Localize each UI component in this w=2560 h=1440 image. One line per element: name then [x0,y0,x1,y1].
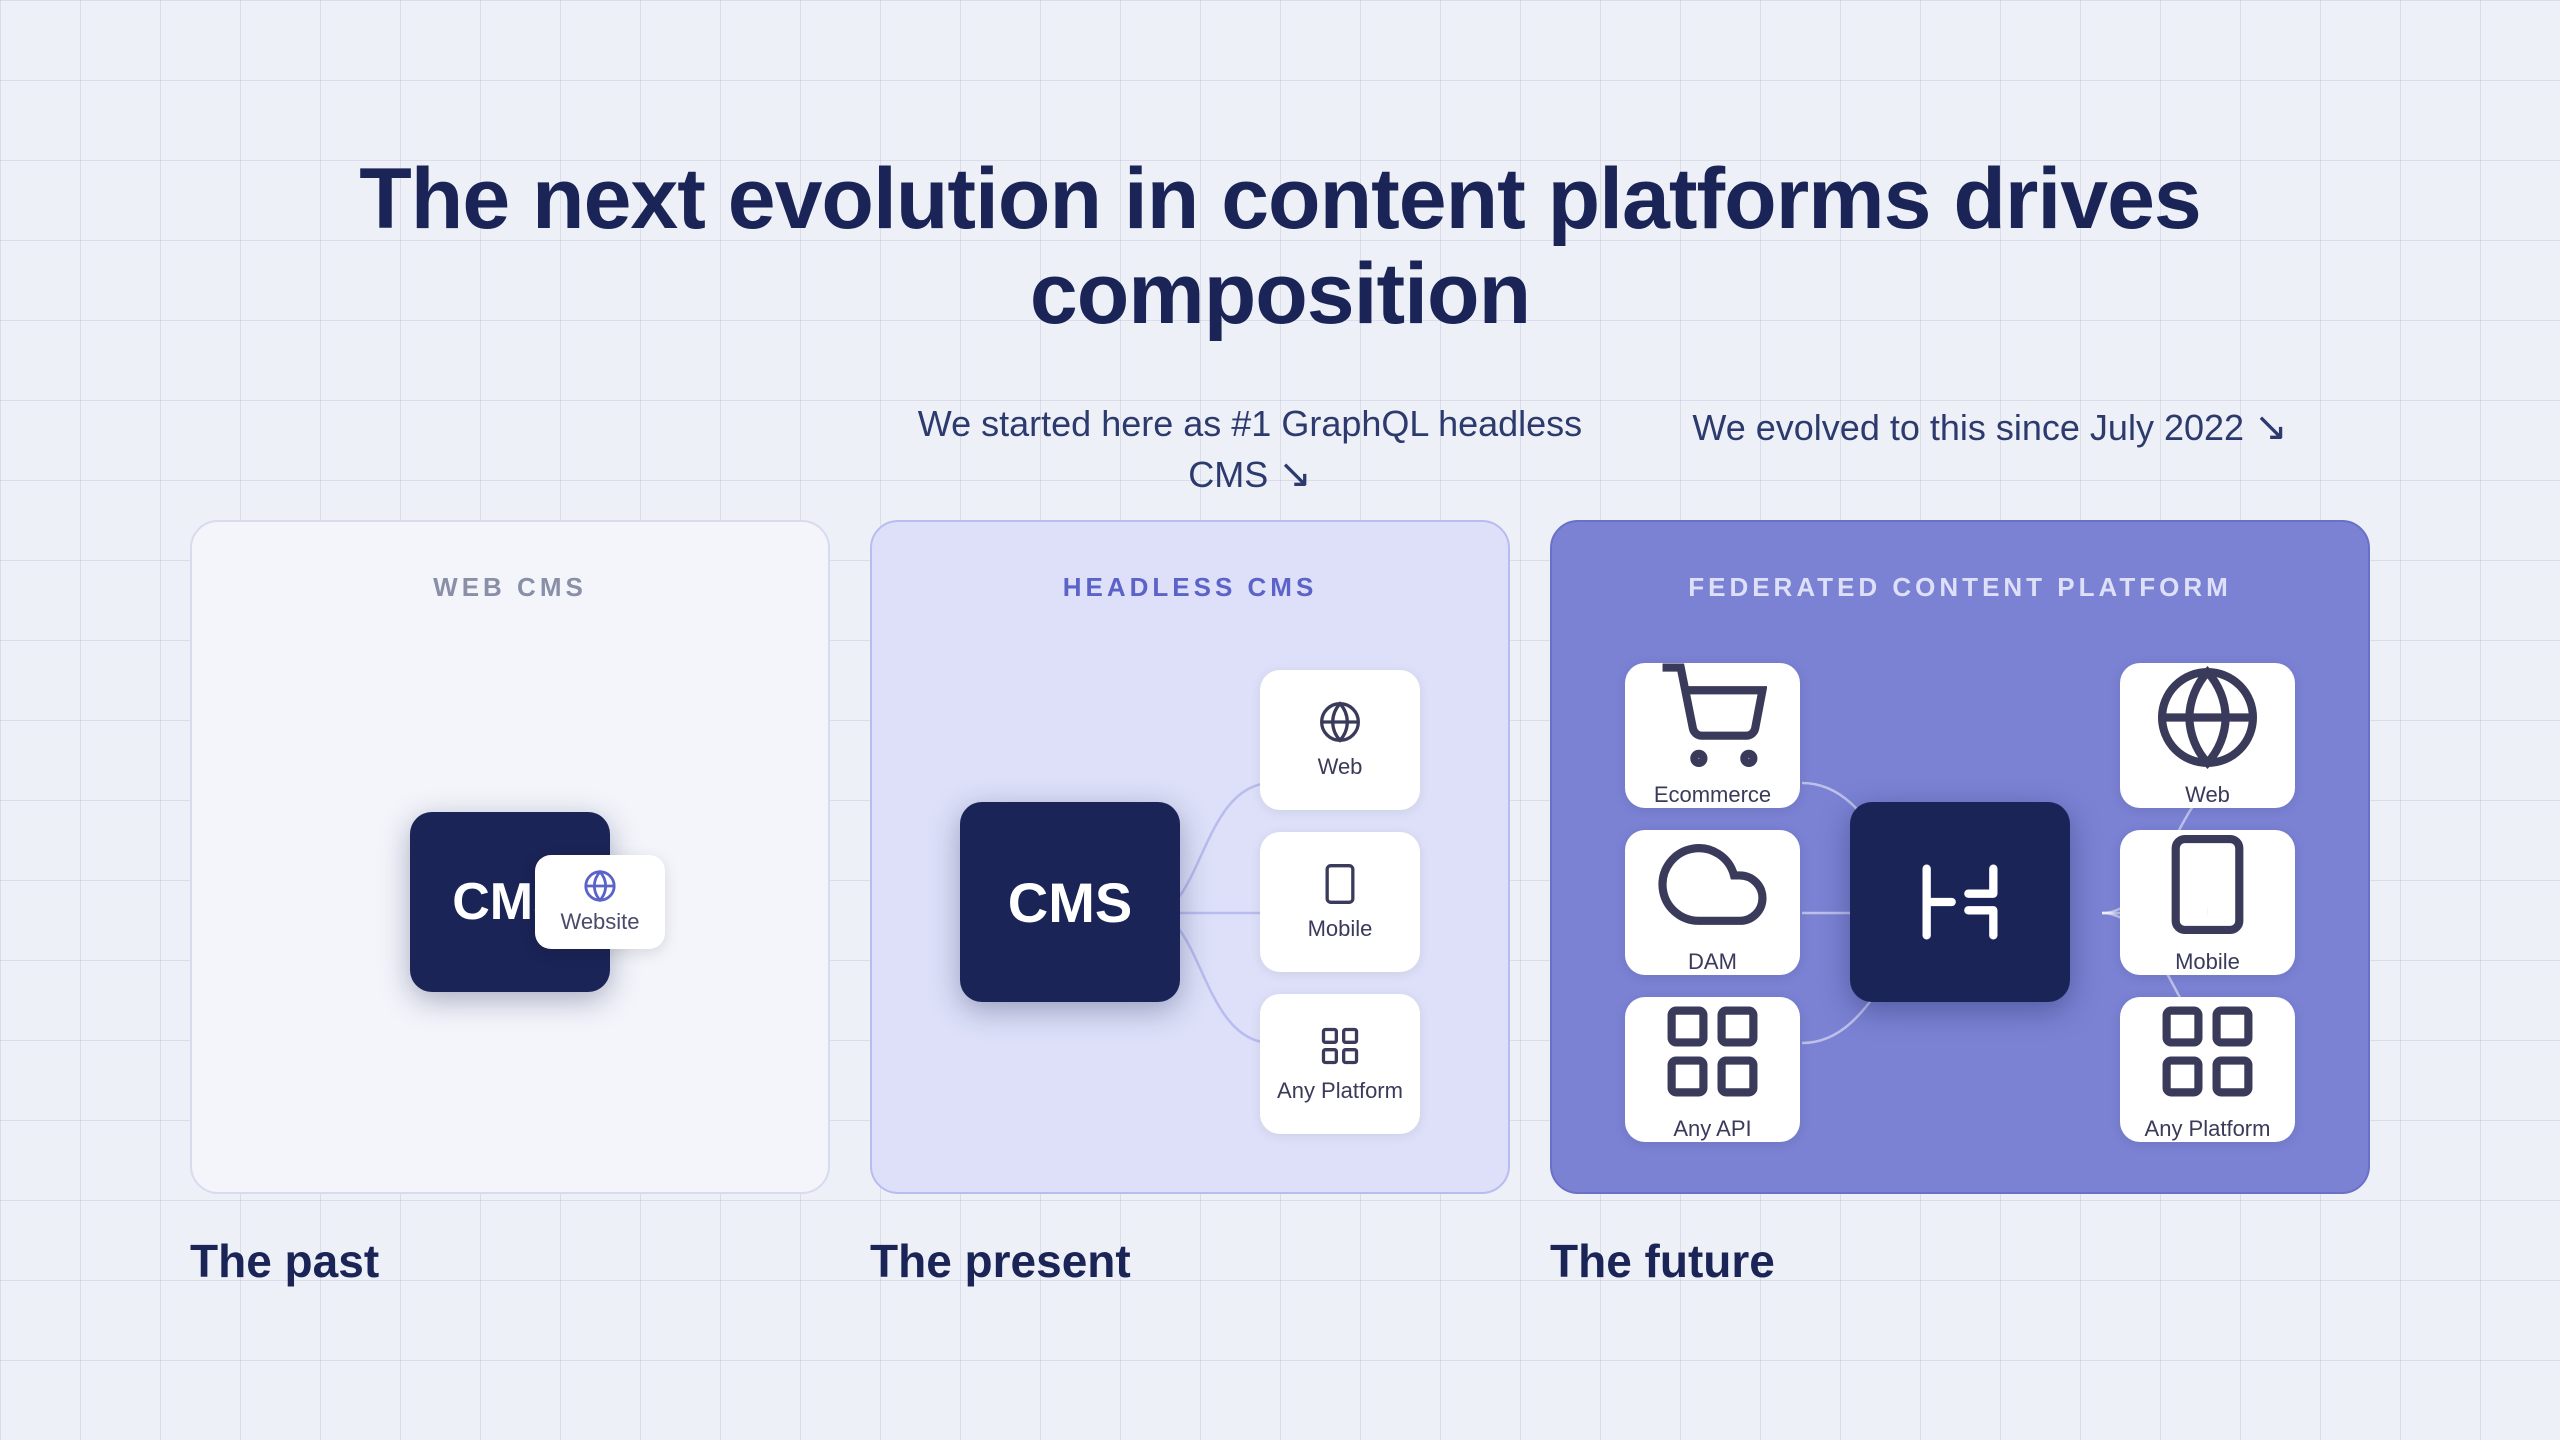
cms-text-present: CMS [1008,870,1132,935]
future-web-label: Web [2185,782,2230,808]
future-right-column: Web Mobile [2120,663,2295,1142]
card-present: HEADLESS CMS CMS [870,520,1510,1194]
present-inner: CMS Web [922,663,1458,1142]
future-ecommerce-box: Ecommerce [1625,663,1800,808]
future-dam-box: DAM [1625,830,1800,975]
any-api-icon [1658,997,1767,1106]
cms-block-present: CMS [960,802,1180,1002]
website-badge: Website [535,855,665,949]
annotation-right: We evolved to this since July 2022 ↘ [1650,401,2330,500]
present-icons-column: Web Mobile [1260,670,1420,1134]
any-platform-icon [1318,1024,1362,1068]
card-future-label: FEDERATED CONTENT PLATFORM [1688,572,2232,603]
future-web-box: Web [2120,663,2295,808]
future-dam-label: DAM [1688,949,1737,975]
present-web-box: Web [1260,670,1420,810]
future-mobile-icon [2153,830,2262,939]
future-inner: Ecommerce DAM [1602,663,2318,1142]
cms-block-past: CMS Website [410,812,610,992]
annotation-right-text: We evolved to this since July 2022 [1692,407,2244,448]
cards-row: WEB CMS CMS Website [190,520,2370,1194]
future-left-column: Ecommerce DAM [1625,663,1800,1142]
era-future: The future [1550,1234,2370,1288]
annotation-left-text: We started here as #1 GraphQL headless C… [918,403,1582,495]
annotation-left-arrow: ↘ [1278,452,1312,496]
future-mobile-label: Mobile [2175,949,2240,975]
card-past-label: WEB CMS [433,572,587,603]
present-anyplatform-box: Any Platform [1260,994,1420,1134]
era-past: The past [190,1234,830,1288]
card-future: FEDERATED CONTENT PLATFORM [1550,520,2370,1194]
content-area: We started here as #1 GraphQL headless C… [180,401,2380,1288]
card-present-label: HEADLESS CMS [1063,572,1318,603]
annotation-left: We started here as #1 GraphQL headless C… [910,401,1590,500]
present-anyplatform-label: Any Platform [1277,1078,1403,1104]
dam-icon [1658,830,1767,939]
mobile-icon [1318,862,1362,906]
present-mobile-box: Mobile [1260,832,1420,972]
page-title: The next evolution in content platforms … [180,152,2380,341]
website-globe-icon [583,869,617,903]
future-ecommerce-label: Ecommerce [1654,782,1771,808]
future-anyplatform-icon [2153,997,2262,1106]
future-anyplatform-box: Any Platform [2120,997,2295,1142]
future-anyplatform-label: Any Platform [2145,1116,2271,1142]
hygraph-logo-svg [1910,852,2010,952]
card-past: WEB CMS CMS Website [190,520,830,1194]
future-anyapi-label: Any API [1673,1116,1751,1142]
present-mobile-label: Mobile [1308,916,1373,942]
labels-row: The past The present The future [190,1234,2370,1288]
website-label: Website [560,909,639,935]
annotations-row: We started here as #1 GraphQL headless C… [180,401,2380,500]
future-anyapi-box: Any API [1625,997,1800,1142]
hygraph-logo-block [1850,802,2070,1002]
page-wrapper: The next evolution in content platforms … [180,152,2380,1288]
future-mobile-box: Mobile [2120,830,2295,975]
present-web-label: Web [1318,754,1363,780]
annotation-right-arrow: ↘ [2254,405,2288,449]
web-icon [1318,700,1362,744]
ecommerce-icon [1658,663,1767,772]
card-past-content: CMS Website [242,663,778,1142]
future-web-icon [2153,663,2262,772]
era-present: The present [870,1234,1510,1288]
